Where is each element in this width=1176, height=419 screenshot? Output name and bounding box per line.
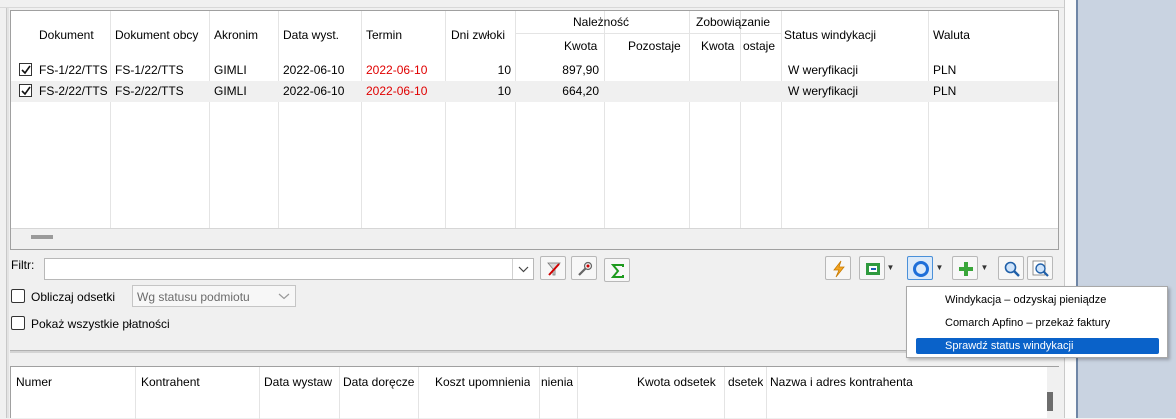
oblicz-odsetki-checkbox[interactable] bbox=[11, 289, 25, 303]
header-akronim[interactable]: Akronim bbox=[214, 28, 258, 42]
header-waluta[interactable]: Waluta bbox=[933, 28, 970, 42]
filter-settings-icon bbox=[578, 261, 593, 276]
lightning-icon bbox=[833, 260, 845, 278]
cell-dokument: FS-1/22/TTS bbox=[39, 63, 108, 77]
row-checkbox[interactable] bbox=[19, 84, 32, 97]
circle-ring-icon bbox=[913, 261, 929, 277]
window-top-border bbox=[0, 0, 1064, 8]
window-left-border bbox=[6, 8, 9, 418]
cell-waluta: PLN bbox=[933, 84, 957, 98]
add-button[interactable] bbox=[952, 256, 978, 280]
header-zobowiazanie-kwota[interactable]: Kwota bbox=[701, 39, 734, 53]
clear-filter-button[interactable] bbox=[540, 256, 566, 280]
search-preview-icon bbox=[1032, 260, 1049, 277]
header-koszt-upomnienia[interactable]: Koszt upomnienia bbox=[435, 375, 530, 389]
cell-data-wyst: 2022-06-10 bbox=[283, 84, 345, 98]
windykacja-button[interactable] bbox=[907, 256, 933, 280]
checkmark-icon bbox=[21, 65, 31, 75]
header-data-wystawienia[interactable]: Data wystaw bbox=[264, 375, 338, 389]
horizontal-scrollbar[interactable] bbox=[11, 228, 1058, 249]
cell-akronim: GIMLI bbox=[214, 63, 247, 77]
header-zobowiazanie: Zobowiązanie bbox=[696, 15, 771, 29]
header-status-windykacji[interactable]: Status windykacji bbox=[784, 28, 876, 42]
filter-input[interactable] bbox=[44, 258, 534, 280]
cell-data-wyst: 2022-06-10 bbox=[283, 63, 345, 77]
row-checkbox[interactable] bbox=[19, 63, 32, 76]
cell-waluta: PLN bbox=[933, 63, 957, 77]
oblicz-odsetki-label: Obliczaj odsetki bbox=[31, 290, 116, 304]
header-kontrahent[interactable]: Kontrahent bbox=[141, 375, 200, 389]
header-dni-zwloki[interactable]: Dni zwłoki bbox=[451, 28, 505, 42]
cell-kwota: 664,20 bbox=[562, 84, 599, 98]
status-select-value: Wg statusu podmiotu bbox=[137, 290, 250, 304]
action-lightning-button[interactable] bbox=[825, 256, 851, 280]
export-button[interactable] bbox=[859, 256, 885, 280]
header-upomnienia[interactable]: nienia bbox=[541, 375, 573, 389]
chevron-down-icon[interactable] bbox=[274, 286, 294, 306]
cell-dni-zwloki: 10 bbox=[497, 84, 511, 98]
cell-akronim: GIMLI bbox=[214, 84, 247, 98]
header-naleznosc-kwota[interactable]: Kwota bbox=[564, 39, 597, 53]
add-dropdown-arrow[interactable]: ▼ bbox=[980, 256, 989, 280]
header-kwota-odsetek[interactable]: Kwota odsetek bbox=[637, 375, 716, 389]
search-icon bbox=[1004, 261, 1020, 277]
windykacja-popup-menu: Windykacja – odzyskaj pieniądze Comarch … bbox=[906, 286, 1168, 358]
filter-settings-button[interactable] bbox=[571, 256, 597, 280]
search-button[interactable] bbox=[998, 256, 1024, 280]
table-row[interactable]: FS-1/22/TTS FS-1/22/TTS GIMLI 2022-06-10… bbox=[11, 60, 1058, 81]
menu-item-windykacja[interactable]: Windykacja – odzyskaj pieniądze bbox=[916, 292, 1159, 308]
cell-kwota: 897,90 bbox=[562, 63, 599, 77]
header-nazwa-adres[interactable]: Nazwa i adres kontrahenta bbox=[770, 375, 913, 389]
menu-item-apfino[interactable]: Comarch Apfino – przekaż faktury bbox=[916, 315, 1159, 331]
reminders-grid[interactable]: Numer Kontrahent Data wystaw Data doręcz… bbox=[10, 366, 1059, 419]
cell-status: W weryfikacji bbox=[788, 84, 859, 98]
windykacja-dropdown-arrow[interactable]: ▼ bbox=[935, 256, 944, 280]
checkmark-icon bbox=[21, 86, 31, 96]
cell-termin: 2022-06-10 bbox=[366, 63, 428, 77]
table-row[interactable]: FS-2/22/TTS FS-2/22/TTS GIMLI 2022-06-10… bbox=[11, 81, 1058, 102]
documents-grid[interactable]: Dokument Dokument obcy Akronim Data wyst… bbox=[10, 10, 1059, 250]
header-termin[interactable]: Termin bbox=[366, 28, 402, 42]
filter-clear-icon bbox=[547, 262, 561, 276]
filter-dropdown-button[interactable] bbox=[512, 259, 533, 279]
plus-icon bbox=[959, 262, 973, 276]
cell-status: W weryfikacji bbox=[788, 63, 859, 77]
cell-dokument-obcy: FS-1/22/TTS bbox=[115, 63, 184, 77]
chevron-down-icon bbox=[518, 266, 529, 273]
sum-button[interactable] bbox=[604, 258, 630, 282]
sigma-icon bbox=[610, 264, 624, 278]
export-dropdown-arrow[interactable]: ▼ bbox=[886, 256, 895, 280]
header-naleznosc-pozostaje[interactable]: Pozostaje bbox=[628, 39, 681, 53]
header-dokument[interactable]: Dokument bbox=[39, 28, 94, 42]
header-data-wyst[interactable]: Data wyst. bbox=[283, 28, 339, 42]
export-icon bbox=[866, 263, 880, 275]
header-numer[interactable]: Numer bbox=[16, 375, 52, 389]
header-data-doreczenia[interactable]: Data doręcze bbox=[343, 375, 417, 389]
cell-termin: 2022-06-10 bbox=[366, 84, 428, 98]
cell-dokument: FS-2/22/TTS bbox=[39, 84, 108, 98]
menu-item-sprawdz-status[interactable]: Sprawdź status windykacji bbox=[916, 338, 1159, 354]
cell-dni-zwloki: 10 bbox=[497, 63, 511, 77]
pokaz-platnosci-checkbox[interactable] bbox=[11, 316, 25, 330]
status-select[interactable]: Wg statusu podmiotu bbox=[132, 285, 296, 307]
filter-label: Filtr: bbox=[11, 258, 35, 272]
cell-dokument-obcy: FS-2/22/TTS bbox=[115, 84, 184, 98]
horizontal-scrollbar-thumb[interactable] bbox=[31, 235, 53, 239]
search-preview-button[interactable] bbox=[1027, 256, 1053, 280]
header-dokument-obcy[interactable]: Dokument obcy bbox=[115, 28, 198, 42]
vertical-scrollbar-thumb[interactable] bbox=[1047, 392, 1053, 411]
header-odsetek[interactable]: dsetek bbox=[728, 375, 763, 389]
header-naleznosc: Należność bbox=[573, 15, 630, 29]
header-zobowiazanie-pozostaje[interactable]: ostaje bbox=[743, 39, 775, 53]
pokaz-platnosci-label: Pokaż wszystkie płatności bbox=[31, 317, 170, 331]
